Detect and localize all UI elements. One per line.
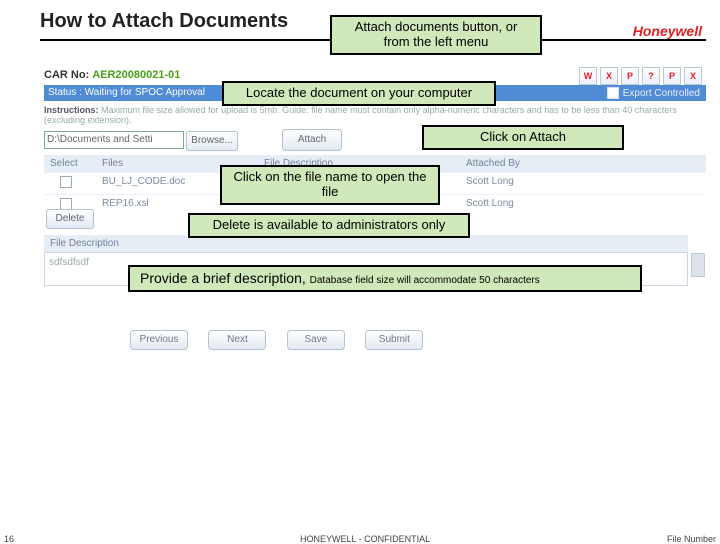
callout-desc-main: Provide a brief description, — [140, 270, 310, 286]
page-number: 16 — [4, 534, 14, 544]
file-number: File Number — [667, 534, 716, 544]
confidential: HONEYWELL - CONFIDENTIAL — [300, 534, 430, 544]
file-path-input[interactable]: D:\Documents and Setti — [44, 131, 184, 149]
callout-attach-btn: Attach documents button, or from the lef… — [330, 15, 542, 55]
save-button[interactable]: Save — [287, 330, 345, 350]
brand-logo: Honeywell — [633, 23, 702, 39]
export-label: Export Controlled — [623, 88, 700, 99]
scrollbar[interactable] — [691, 253, 705, 277]
previous-button[interactable]: Previous — [130, 330, 188, 350]
col-select: Select — [44, 155, 96, 172]
car-value: AER20080021-01 — [92, 69, 180, 81]
callout-desc-sub: Database field size will accommodate 50 … — [310, 275, 540, 286]
col-by: Attached By — [460, 155, 592, 172]
export-checkbox[interactable] — [607, 87, 619, 99]
car-number: CAR No: AER20080021-01 — [44, 69, 180, 81]
pdf-icon[interactable]: P — [663, 67, 681, 85]
callout-description: Provide a brief description, Database fi… — [128, 265, 642, 292]
callout-delete: Delete is available to administrators on… — [188, 213, 470, 238]
delete-button[interactable]: Delete — [46, 209, 94, 229]
close-icon[interactable]: X — [684, 67, 702, 85]
car-label: CAR No: — [44, 69, 89, 81]
word-icon[interactable]: W — [579, 67, 597, 85]
submit-button[interactable]: Submit — [365, 330, 423, 350]
print-icon[interactable]: P — [621, 67, 639, 85]
toolbar-icons: W X P ? P X — [579, 67, 702, 85]
browse-button[interactable]: Browse... — [186, 131, 238, 151]
next-button[interactable]: Next — [208, 330, 266, 350]
file-by: Scott Long — [460, 195, 592, 216]
row-checkbox[interactable] — [60, 176, 72, 188]
callout-open-file: Click on the file name to open the file — [220, 165, 440, 205]
file-by: Scott Long — [460, 173, 592, 194]
attach-button[interactable]: Attach — [282, 129, 342, 151]
instructions-label: Instructions: — [44, 105, 99, 115]
help-icon[interactable]: ? — [642, 67, 660, 85]
callout-locate: Locate the document on your computer — [222, 81, 496, 106]
instructions-text: Maximum file size allowed for upload is … — [44, 105, 677, 125]
instructions: Instructions: Maximum file size allowed … — [44, 105, 706, 125]
export-controlled[interactable]: Export Controlled — [597, 87, 700, 99]
excel-icon[interactable]: X — [600, 67, 618, 85]
callout-click-attach: Click on Attach — [422, 125, 624, 150]
